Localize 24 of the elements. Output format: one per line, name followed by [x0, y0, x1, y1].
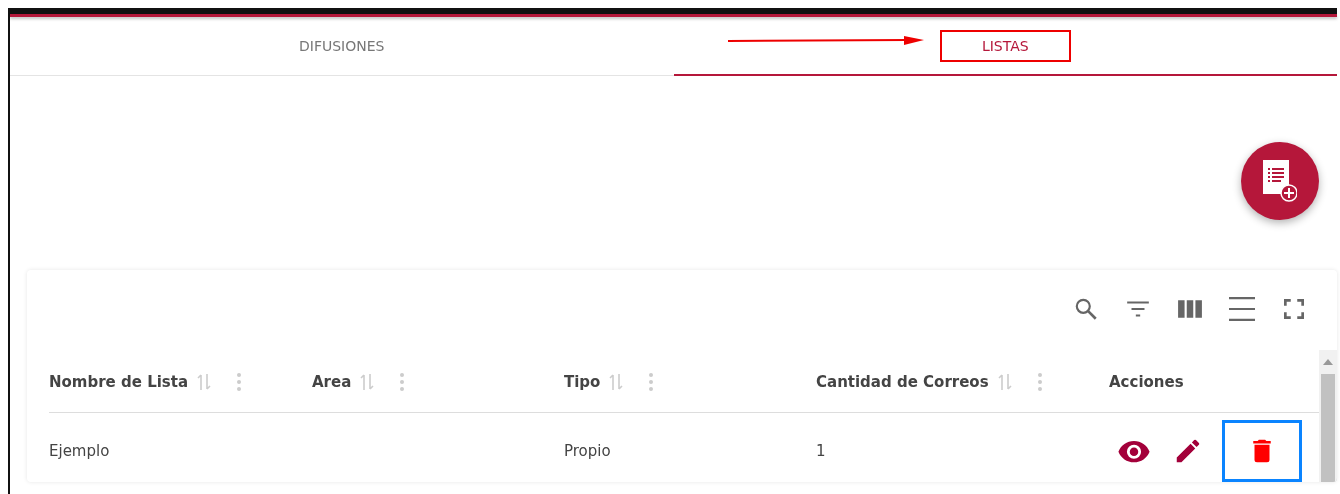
- add-list-button[interactable]: [1241, 142, 1319, 220]
- column-header: Acciones: [1109, 373, 1184, 391]
- highlight-box: LISTAS: [941, 31, 1069, 60]
- search-icon[interactable]: [1073, 296, 1099, 322]
- column-header: Nombre de Lista: [49, 373, 189, 391]
- density-icon[interactable]: [1229, 296, 1255, 322]
- tab[interactable]: DIFUSIONES: [10, 17, 674, 76]
- scrollbar-thumb[interactable]: [1319, 374, 1337, 482]
- delete-button[interactable]: [1225, 423, 1299, 479]
- table-cell: Ejemplo: [49, 442, 110, 460]
- column-header: Area: [312, 373, 352, 391]
- column-header: Tipo: [564, 373, 601, 391]
- sort-icon[interactable]: [359, 373, 376, 391]
- scroll-up-button[interactable]: [1319, 350, 1337, 374]
- fullscreen-icon[interactable]: [1281, 296, 1307, 322]
- column-header: Cantidad de Correos: [816, 373, 989, 391]
- tab[interactable]: LISTAS: [673, 17, 1337, 76]
- document-plus-icon: [1263, 160, 1297, 202]
- table-cell: 1: [816, 442, 826, 460]
- sort-icon[interactable]: [196, 373, 213, 391]
- sort-icon[interactable]: [608, 373, 625, 391]
- caret-up-icon: [1322, 358, 1334, 366]
- sort-icon[interactable]: [996, 373, 1013, 391]
- table-cell: Propio: [564, 442, 611, 460]
